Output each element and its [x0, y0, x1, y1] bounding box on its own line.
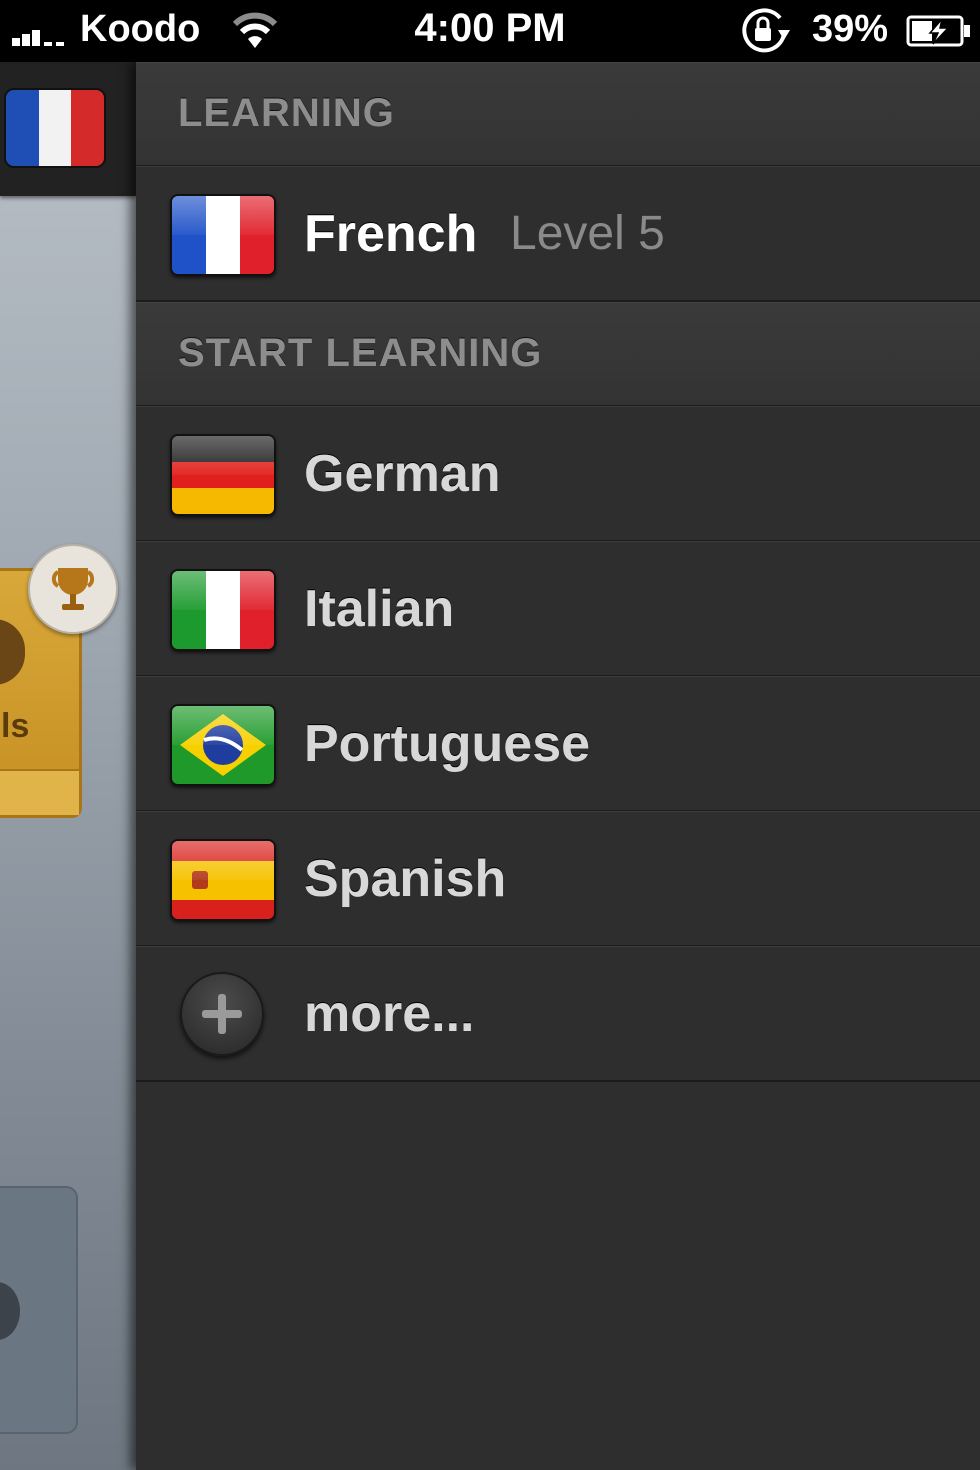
- start-learning-section-header: START LEARNING: [136, 302, 980, 407]
- language-name: Italian: [304, 580, 455, 638]
- more-languages-row[interactable]: more...: [136, 946, 980, 1082]
- underlay-card-label: ls: [1, 707, 30, 745]
- language-name: Portuguese: [304, 715, 591, 773]
- orientation-lock-icon: [742, 8, 790, 53]
- language-row-german[interactable]: German: [136, 406, 980, 542]
- french-flag-icon[interactable]: [4, 88, 106, 168]
- underlying-app-view[interactable]: ls: [0, 62, 136, 1470]
- battery-percent: 39%: [812, 8, 889, 50]
- learning-header-label: LEARNING: [178, 91, 395, 135]
- start-learning-header-label: START LEARNING: [178, 331, 543, 375]
- language-level: Level 5: [510, 207, 665, 260]
- language-name: German: [304, 445, 501, 503]
- france-flag-icon: [170, 194, 276, 276]
- trophy-icon: [28, 544, 118, 634]
- spain-flag-icon: [170, 839, 276, 921]
- more-label: more...: [304, 985, 475, 1043]
- language-row-french[interactable]: French Level 5: [136, 166, 980, 302]
- battery-charging-icon: [906, 15, 970, 47]
- germany-flag-icon: [170, 434, 276, 516]
- language-row-italian[interactable]: Italian: [136, 541, 980, 677]
- language-name: French: [304, 205, 478, 263]
- language-row-spanish[interactable]: Spanish: [136, 811, 980, 947]
- italy-flag-icon: [170, 569, 276, 651]
- language-menu: LEARNING French Level 5 START LEARNING G…: [136, 62, 980, 1470]
- brazil-flag-icon: [170, 704, 276, 786]
- underlay-navbar: [0, 62, 136, 196]
- underlay-box: [0, 1186, 78, 1434]
- language-row-portuguese[interactable]: Portuguese: [136, 676, 980, 812]
- plus-icon[interactable]: [180, 972, 264, 1056]
- status-bar: Koodo 4:00 PM 39%: [0, 0, 980, 62]
- language-name: Spanish: [304, 850, 507, 908]
- learning-section-header: LEARNING: [136, 62, 980, 167]
